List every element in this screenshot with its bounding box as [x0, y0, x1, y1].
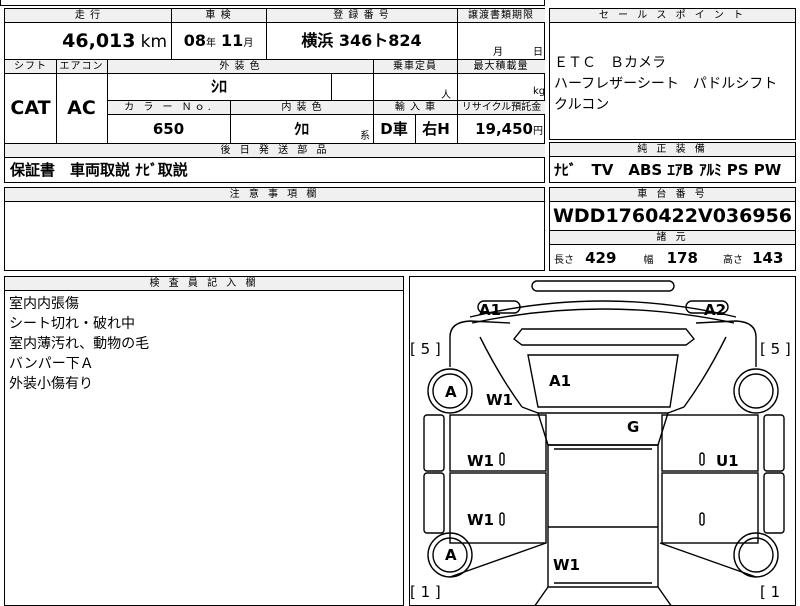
later-parts-header: 後 日 発 送 部 品: [5, 144, 545, 157]
label-bracket-bl: [ 1 ]: [410, 583, 441, 601]
inspection-year: 08: [183, 31, 206, 50]
label-front-left-door: W1: [467, 452, 494, 470]
length-value: 429: [585, 249, 617, 267]
equipment-header: 純 正 装 備: [550, 143, 795, 157]
max-load-header: 最大積載量: [457, 60, 545, 73]
recycle-value: 19,450: [475, 120, 533, 138]
sales-point-header: セ ー ル ス ポ イ ン ト: [550, 9, 795, 23]
interior-color-value: ｸﾛ: [293, 120, 309, 138]
registration-value: 横浜 346ト824: [301, 31, 422, 50]
inspection-header: 車 検: [171, 9, 266, 22]
sales-point-line-1: ＥＴＣ Ｂカメラ: [554, 55, 666, 71]
mileage-header: 走 行: [5, 9, 171, 22]
label-bracket-tl: [ 5 ]: [410, 340, 441, 358]
sales-point-line-2: ハーフレザーシート パドルシフト: [554, 76, 778, 92]
label-a1-left: A1: [479, 301, 502, 319]
equipment-box: 純 正 装 備 ﾅﾋﾞ TV ABS ｴｱB ｱﾙﾐ PS PW: [549, 142, 796, 183]
label-bracket-tr: [ 5 ]: [760, 340, 791, 358]
label-trunk: W1: [553, 556, 580, 574]
import-header: 輸 入 車: [374, 101, 457, 114]
inspection-month: 11: [221, 31, 244, 50]
chassis-number: WDD1760422V036956: [552, 205, 793, 227]
inspector-line-3: 室内薄汚れ、動物の毛: [9, 336, 150, 352]
aircon-value: AC: [67, 97, 96, 119]
width-value: 178: [666, 249, 698, 267]
chassis-box: 車 台 番 号 WDD1760422V036956 諸 元 長さ 429 幅 1…: [549, 187, 796, 271]
equipment-value: ﾅﾋﾞ TV ABS ｴｱB ｱﾙﾐ PS PW: [554, 161, 782, 179]
mileage-value: 46,013: [62, 30, 136, 52]
exterior-color-value: ｼﾛ: [210, 77, 227, 96]
dimensions-header: 諸 元: [550, 231, 795, 245]
chassis-header: 車 台 番 号: [550, 188, 795, 202]
transfer-deadline-header: 譲渡書類期限: [457, 9, 545, 22]
label-rear-left-door: W1: [467, 511, 494, 529]
label-front-left-wheel: A: [445, 383, 457, 401]
top-strip: [0, 0, 545, 6]
inspector-header: 検 査 員 記 入 欄: [5, 277, 403, 291]
shift-header: シフト: [5, 60, 56, 73]
inspector-line-1: 室内内張傷: [9, 296, 79, 312]
label-bracket-br: [ 1: [760, 583, 781, 601]
height-value: 143: [752, 249, 784, 267]
aircon-header: エアコン: [56, 60, 107, 73]
interior-color-header: 内 装 色: [231, 101, 373, 114]
label-roof: G: [627, 418, 640, 436]
inspector-box: 検 査 員 記 入 欄 室内内張傷 シート切れ・破れ中 室内薄汚れ、動物の毛 バ…: [4, 276, 404, 606]
mileage-unit: km: [140, 32, 167, 52]
car-diagram-box: A1 A2 [ 5 ] [ 5 ] A1 A W1 G W1 U1 W1 A W…: [409, 276, 796, 606]
notes-box: 注 意 事 項 欄: [4, 187, 545, 271]
vehicle-info-table: 走 行 車 検 登 録 番 号 譲渡書類期限 46,013 km 08年 11月…: [4, 8, 545, 183]
shift-value: CAT: [10, 97, 51, 119]
exterior-color-header: 外 装 色: [107, 60, 373, 73]
car-diagram: [423, 280, 785, 605]
registration-header: 登 録 番 号: [266, 9, 457, 22]
sales-point-box: セ ー ル ス ポ イ ン ト ＥＴＣ Ｂカメラ ハーフレザーシート パドルシフ…: [549, 8, 796, 140]
label-front-left-fender: W1: [486, 391, 513, 409]
later-parts-value: 保証書 車両取説 ﾅﾋﾞ取説: [10, 161, 188, 179]
label-rear-left-wheel: A: [445, 546, 457, 564]
import-value-2: 右H: [422, 120, 450, 138]
capacity-header: 乗車定員: [373, 60, 457, 73]
inspector-line-5: 外装小傷有り: [9, 376, 93, 392]
color-no-header: カ ラ ー Ｎｏ.: [108, 101, 230, 114]
label-a2-right: A2: [704, 301, 727, 319]
color-no-value: 650: [152, 120, 185, 138]
notes-header: 注 意 事 項 欄: [5, 188, 544, 202]
label-hood: A1: [549, 372, 572, 390]
inspector-line-4: バンパー下Ａ: [9, 356, 94, 372]
label-front-right-door: U1: [716, 452, 739, 470]
import-value-1: D車: [380, 120, 408, 138]
recycle-header: リサイクル預託金: [458, 101, 545, 114]
sales-point-line-3: クルコン: [554, 97, 610, 113]
inspector-line-2: シート切れ・破れ中: [9, 316, 135, 332]
